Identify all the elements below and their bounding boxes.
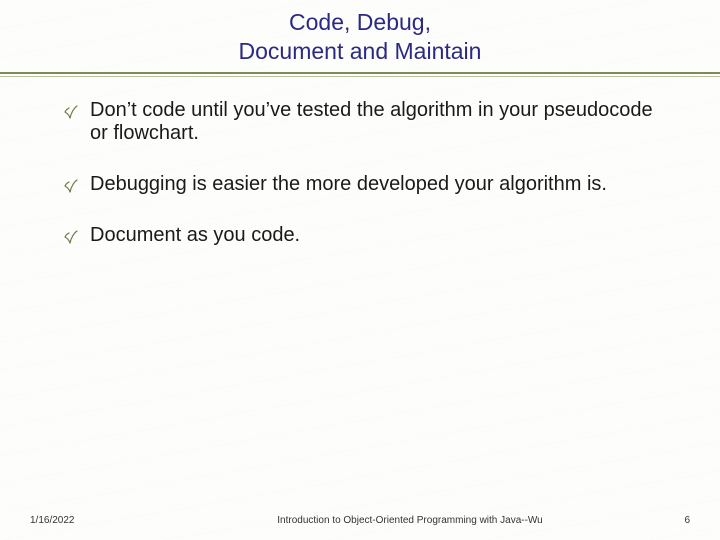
page-number: 6 bbox=[630, 515, 690, 526]
slide-footer: 1/16/2022 Introduction to Object-Oriente… bbox=[0, 515, 720, 526]
list-item: Don’t code until you’ve tested the algor… bbox=[60, 99, 660, 145]
bullet-text: Debugging is easier the more developed y… bbox=[90, 173, 660, 196]
checkmark-icon bbox=[60, 105, 82, 119]
bullet-text: Don’t code until you’ve tested the algor… bbox=[90, 99, 660, 145]
slide-title-line2: Document and Maintain bbox=[0, 37, 720, 66]
slide-title-line1: Code, Debug, bbox=[0, 8, 720, 37]
checkmark-icon bbox=[60, 230, 82, 244]
footer-date: 1/16/2022 bbox=[30, 515, 190, 526]
footer-subtitle: Introduction to Object-Oriented Programm… bbox=[190, 515, 630, 526]
rule-thick bbox=[0, 72, 720, 74]
list-item: Debugging is easier the more developed y… bbox=[60, 173, 660, 196]
bullet-list: Don’t code until you’ve tested the algor… bbox=[0, 77, 720, 247]
bullet-text: Document as you code. bbox=[90, 224, 660, 247]
list-item: Document as you code. bbox=[60, 224, 660, 247]
checkmark-icon bbox=[60, 179, 82, 193]
slide-title: Code, Debug, Document and Maintain bbox=[0, 0, 720, 66]
